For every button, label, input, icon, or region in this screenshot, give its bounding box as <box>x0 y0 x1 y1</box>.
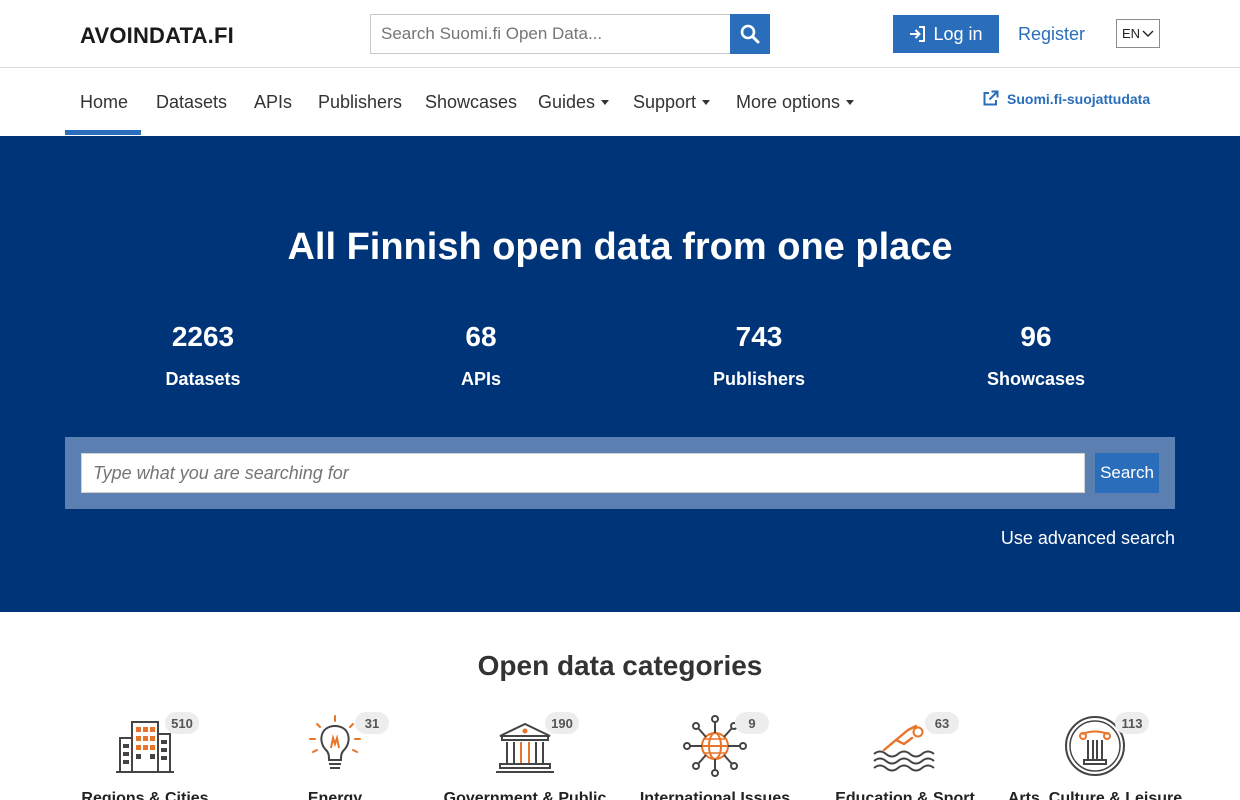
main-search-panel: Search <box>65 437 1175 509</box>
stat-value: 68 <box>465 321 497 352</box>
nav-more-options-dropdown[interactable]: More options <box>736 92 855 113</box>
header-search-input[interactable] <box>370 14 730 54</box>
stat-label: Datasets <box>165 369 241 389</box>
chevron-down-icon <box>1142 30 1154 37</box>
category-label: Energy <box>307 790 363 800</box>
nav-datasets[interactable]: Datasets <box>156 92 227 113</box>
nav-publishers[interactable]: Publishers <box>318 92 402 113</box>
category-count-badge: 31 <box>355 712 389 734</box>
category-label: Government & Public <box>443 790 607 800</box>
category-international-issues[interactable]: 9 International Issues <box>625 712 805 800</box>
category-regions-cities[interactable]: 510 Regions & Cities <box>55 712 235 800</box>
category-label: International Issues <box>639 790 791 800</box>
language-select[interactable]: EN <box>1116 19 1160 48</box>
main-search-input[interactable] <box>81 453 1085 493</box>
stat-showcases[interactable]: 96 Showcases <box>946 321 1126 390</box>
category-government-public[interactable]: 190 Government & Public <box>435 712 615 800</box>
category-label: Arts, Culture & Leisure <box>1007 790 1183 800</box>
category-count-badge: 113 <box>1115 712 1149 734</box>
caret-down-icon <box>601 99 610 105</box>
top-header: AVOINDATA.FI Log in Register EN <box>0 0 1240 68</box>
stat-value: 2263 <box>171 321 235 352</box>
nav-support-dropdown[interactable]: Support <box>633 92 711 113</box>
nav-guides-label: Guides <box>538 92 596 112</box>
language-value: EN <box>1121 26 1141 41</box>
nav-home[interactable]: Home <box>80 92 128 113</box>
caret-down-icon <box>702 99 711 105</box>
nav-active-indicator <box>65 130 141 135</box>
stat-value: 743 <box>735 321 783 352</box>
header-search-button[interactable] <box>730 14 770 54</box>
register-link[interactable]: Register <box>1018 24 1085 45</box>
hero-section: All Finnish open data from one place 226… <box>0 136 1240 612</box>
stat-label: Showcases <box>986 369 1086 389</box>
category-label: Education & Sport <box>835 790 975 800</box>
login-icon <box>910 26 926 42</box>
category-count-badge: 510 <box>165 712 199 734</box>
category-education-sport[interactable]: 63 Education & Sport <box>815 712 995 800</box>
categories-title: Open data categories <box>477 650 763 681</box>
suojattudata-label: Suomi.fi-suojattudata <box>1007 90 1151 107</box>
main-navigation: Home Datasets APIs Publishers Showcases … <box>0 68 1240 136</box>
site-logo[interactable]: AVOINDATA.FI <box>80 23 234 49</box>
main-search-button[interactable]: Search <box>1095 453 1159 493</box>
stat-value: 96 <box>1020 321 1052 352</box>
nav-apis[interactable]: APIs <box>254 92 292 113</box>
suojattudata-external-link[interactable]: Suomi.fi-suojattudata <box>982 90 1150 107</box>
stat-publishers[interactable]: 743 Publishers <box>669 321 849 390</box>
login-label: Log in <box>933 23 983 44</box>
category-count-badge: 9 <box>735 712 769 734</box>
stat-label: Publishers <box>712 369 806 389</box>
nav-more-options-label: More options <box>736 92 841 112</box>
category-arts-culture-leisure[interactable]: 113 Arts, Culture & Leisure <box>1005 712 1185 800</box>
nav-showcases[interactable]: Showcases <box>425 92 517 113</box>
stat-datasets[interactable]: 2263 Datasets <box>113 321 293 390</box>
advanced-search-link[interactable]: Use advanced search <box>1001 528 1175 549</box>
category-count-badge: 190 <box>545 712 579 734</box>
nav-support-label: Support <box>633 92 697 112</box>
external-link-icon <box>983 90 999 106</box>
stat-label: APIs <box>460 369 502 389</box>
nav-guides-dropdown[interactable]: Guides <box>538 92 610 113</box>
search-icon <box>740 24 760 44</box>
login-button[interactable]: Log in <box>893 15 999 53</box>
category-energy[interactable]: 31 Energy <box>245 712 425 800</box>
category-label: Regions & Cities <box>81 790 209 800</box>
stat-apis[interactable]: 68 APIs <box>391 321 571 390</box>
hero-title: All Finnish open data from one place <box>287 226 953 268</box>
caret-down-icon <box>846 99 855 105</box>
category-count-badge: 63 <box>925 712 959 734</box>
